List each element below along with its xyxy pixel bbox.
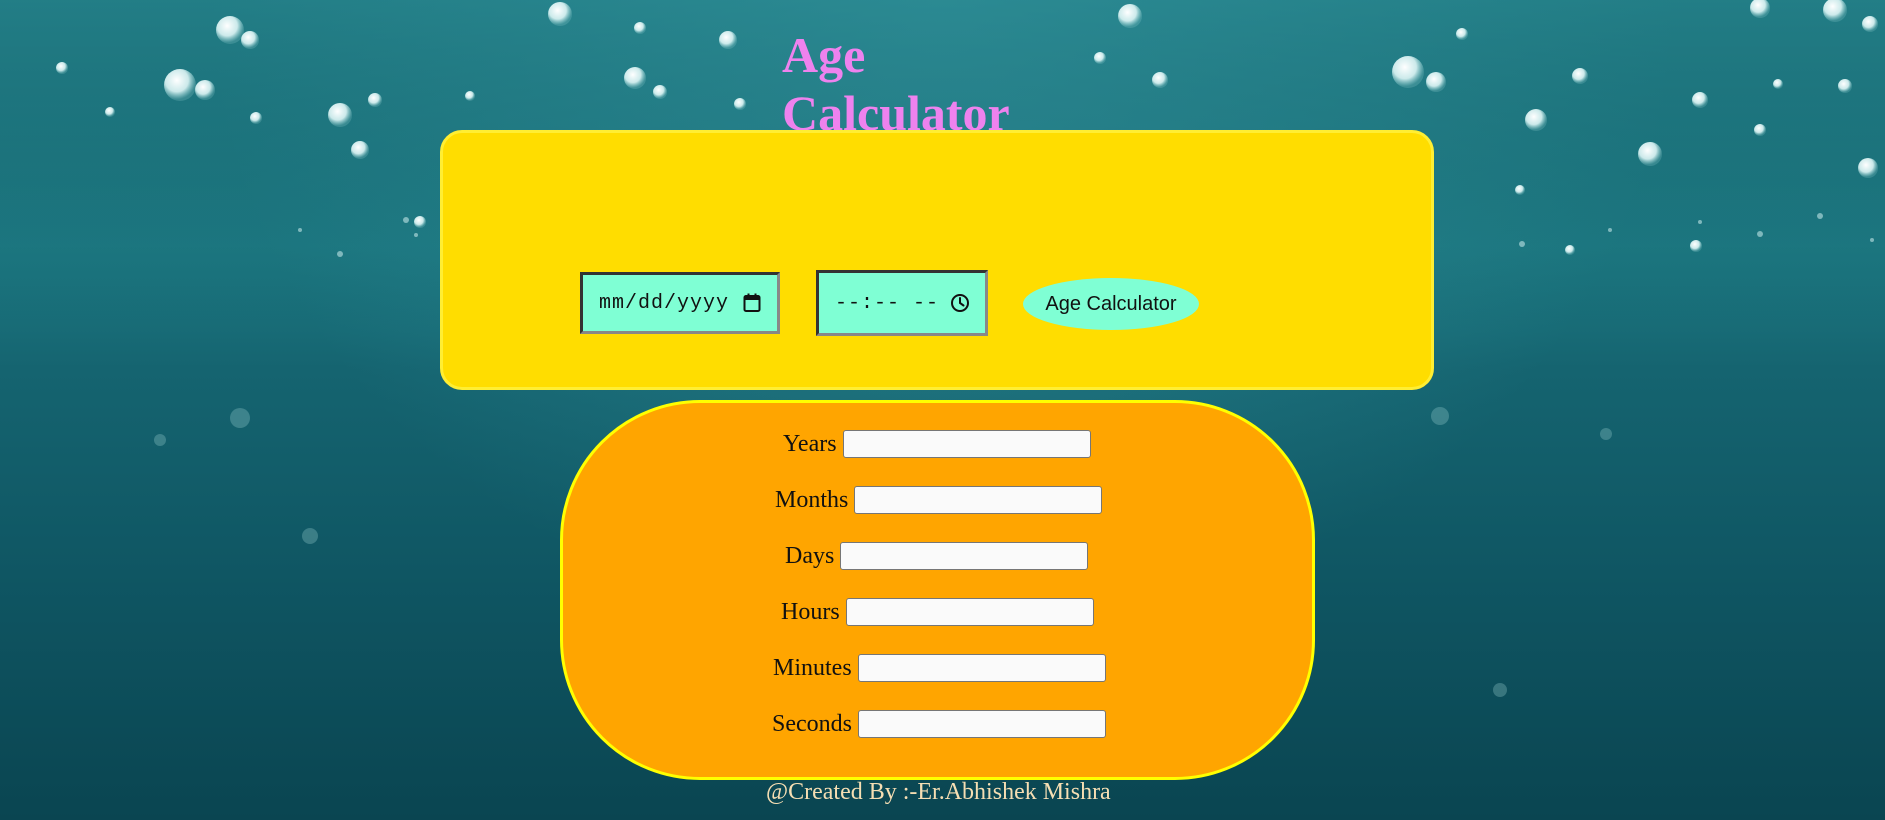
page-title: Age Calculator <box>782 27 1010 141</box>
months-label: Months <box>775 486 849 513</box>
result-row-years: Years <box>783 429 1091 459</box>
time-placeholder: --:-- -- <box>835 291 940 315</box>
date-placeholder: mm/dd/yyyy <box>599 291 730 315</box>
result-row-days: Days <box>785 541 1089 571</box>
result-row-hours: Hours <box>781 597 1094 627</box>
minutes-label: Minutes <box>773 654 852 681</box>
minutes-field[interactable] <box>857 654 1106 682</box>
birth-date-input[interactable]: mm/dd/yyyy <box>580 272 780 334</box>
years-label: Years <box>783 430 837 457</box>
clock-icon[interactable] <box>949 292 971 314</box>
days-field[interactable] <box>840 542 1089 570</box>
hours-label: Hours <box>781 598 840 625</box>
title-container: Age Calculator <box>782 26 1102 141</box>
seconds-label: Seconds <box>772 710 852 737</box>
author-credit: @Created By :-Er.Abhishek Mishra <box>766 779 1111 805</box>
years-field[interactable] <box>842 430 1091 458</box>
birth-time-input[interactable]: --:-- -- <box>816 270 988 336</box>
result-row-months: Months <box>775 485 1103 515</box>
seconds-field[interactable] <box>858 710 1106 738</box>
result-row-minutes: Minutes <box>773 653 1106 683</box>
result-row-seconds: Seconds <box>772 709 1106 739</box>
months-field[interactable] <box>854 486 1103 514</box>
age-calculator-button[interactable]: Age Calculator <box>1023 278 1199 330</box>
results-panel: Years Months Days Hours Minutes Seconds <box>560 400 1315 780</box>
calendar-icon[interactable] <box>741 292 763 314</box>
input-panel: mm/dd/yyyy --:-- -- Age Calculator <box>440 130 1434 390</box>
hours-field[interactable] <box>845 598 1094 626</box>
footer: @Created By :-Er.Abhishek Mishra <box>766 779 1126 806</box>
days-label: Days <box>785 542 835 569</box>
